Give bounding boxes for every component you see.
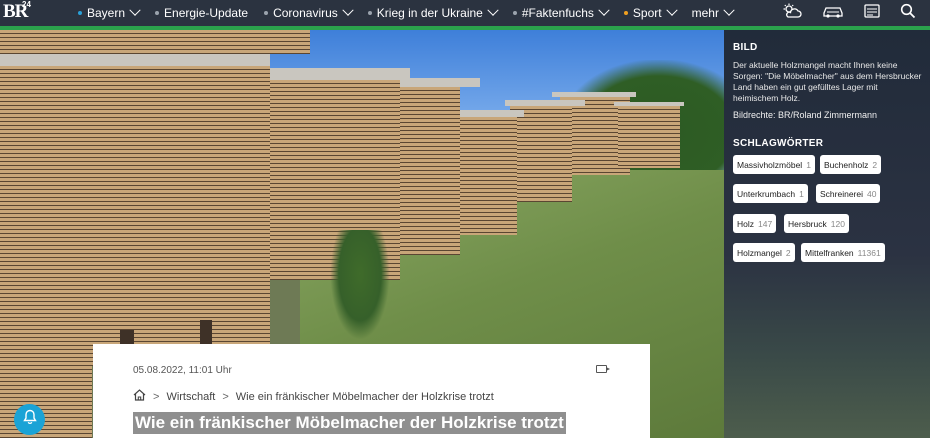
nav-label: Energie-Update bbox=[164, 6, 249, 20]
weather-icon[interactable] bbox=[782, 3, 802, 24]
nav-label: Sport bbox=[632, 6, 662, 20]
stack-roof bbox=[450, 110, 524, 117]
main-nav: Bayern Energie-Update Coronavirus Krieg … bbox=[78, 0, 749, 26]
nav-label: Krieg in der Ukraine bbox=[376, 6, 483, 20]
tag-count: 40 bbox=[867, 188, 877, 199]
nav-label: Bayern bbox=[87, 6, 126, 20]
chevron-down-icon bbox=[129, 4, 141, 16]
tag-chip[interactable]: Holzmangel 2 bbox=[733, 243, 795, 262]
chevron-down-icon bbox=[342, 4, 354, 16]
nav-label: #Faktenfuchs bbox=[521, 6, 594, 20]
article-date: 05.08.2022, 11:01 Uhr bbox=[133, 365, 232, 376]
nav-dot bbox=[512, 11, 517, 15]
tag-label: Hersbruck bbox=[788, 218, 827, 229]
nav-item-krieg-ukraine[interactable]: Krieg in der Ukraine bbox=[367, 4, 499, 20]
video-camera-icon[interactable] bbox=[596, 365, 610, 373]
tag-count: 2 bbox=[785, 247, 791, 258]
tag-label: Holz bbox=[737, 218, 755, 229]
nav-dot bbox=[264, 11, 269, 15]
tag-count: 2 bbox=[872, 159, 878, 170]
chevron-down-icon bbox=[487, 4, 499, 16]
lumber-stack bbox=[0, 366, 92, 438]
br24-logo[interactable]: BR 24 bbox=[0, 0, 34, 26]
chevron-down-icon bbox=[665, 4, 678, 16]
image-caption: Der aktuelle Holzmangel macht Ihnen kein… bbox=[733, 60, 922, 103]
tag-chip[interactable]: Unterkrumbach 1 bbox=[733, 184, 808, 203]
tag-count: 1 bbox=[806, 159, 811, 170]
tag-label: Mittelfranken bbox=[805, 247, 854, 258]
nav-dot bbox=[155, 11, 160, 15]
tag-label: Holzmangel bbox=[737, 247, 782, 258]
breadcrumb-separator: > bbox=[153, 390, 160, 403]
image-section-heading: BILD bbox=[733, 42, 758, 53]
breadcrumb: > Wirtschaft > Wie ein fränkischer Möbel… bbox=[133, 389, 494, 404]
teletext-icon[interactable] bbox=[864, 3, 880, 24]
tag-chip[interactable]: Schreinerei 40 bbox=[816, 184, 881, 203]
tag-count: 147 bbox=[758, 218, 773, 229]
nav-item-sport[interactable]: Sport bbox=[623, 4, 678, 20]
tag-chip[interactable]: Massivholzmöbel 1 bbox=[733, 155, 815, 174]
tag-chip[interactable]: Holz 147 bbox=[733, 214, 777, 233]
tag-count: 11361 bbox=[857, 247, 881, 258]
bell-icon bbox=[22, 409, 37, 430]
tag-chip[interactable]: Buchenholz 2 bbox=[820, 155, 882, 174]
chevron-down-icon bbox=[598, 4, 610, 16]
traffic-icon[interactable] bbox=[822, 4, 844, 23]
lumber-stack bbox=[0, 66, 270, 366]
header-icons bbox=[762, 0, 916, 26]
lumber-stack bbox=[0, 30, 310, 54]
nav-dot bbox=[623, 11, 628, 15]
nav-dot bbox=[78, 11, 82, 15]
nav-item-mehr[interactable]: mehr bbox=[691, 4, 735, 20]
lumber-stack bbox=[618, 106, 680, 168]
nav-item-energie-update[interactable]: Energie-Update bbox=[155, 6, 248, 20]
nav-label: Coronavirus bbox=[273, 6, 338, 20]
nav-item-coronavirus[interactable]: Coronavirus bbox=[264, 4, 354, 20]
logo-superscript: 24 bbox=[22, 0, 31, 9]
nav-label: mehr bbox=[691, 6, 719, 20]
lumber-stack bbox=[455, 117, 517, 235]
tag-count: 120 bbox=[830, 218, 845, 229]
tag-label: Schreinerei bbox=[820, 188, 863, 199]
image-info-sidebar: BILD Der aktuelle Holzmangel macht Ihnen… bbox=[724, 30, 930, 438]
stack-roof bbox=[0, 52, 270, 66]
tag-chip[interactable]: Mittelfranken 11361 bbox=[801, 243, 885, 262]
tag-label: Massivholzmöbel bbox=[737, 159, 803, 170]
breadcrumb-section-link[interactable]: Wirtschaft bbox=[166, 391, 215, 403]
article-headline: Wie ein fränkischer Möbelmacher der Holz… bbox=[133, 412, 566, 434]
image-credit: Bildrechte: BR/Roland Zimmermann bbox=[733, 110, 878, 120]
tag-label: Buchenholz bbox=[824, 159, 869, 170]
tag-label: Unterkrumbach bbox=[737, 188, 796, 199]
tag-count: 1 bbox=[799, 188, 804, 199]
image-bush bbox=[330, 230, 390, 340]
tag-chip[interactable]: Hersbruck 120 bbox=[784, 214, 849, 233]
article-header-card: 05.08.2022, 11:01 Uhr > Wirtschaft > Wie… bbox=[93, 344, 650, 438]
lumber-stack bbox=[510, 106, 572, 202]
lumber-stack bbox=[390, 87, 460, 255]
search-icon[interactable] bbox=[900, 3, 916, 24]
breadcrumb-separator: > bbox=[222, 390, 229, 403]
breadcrumb-current: Wie ein fränkischer Möbelmacher der Holz… bbox=[235, 390, 494, 403]
tags-heading: SCHLAGWÖRTER bbox=[733, 138, 824, 149]
nav-dot bbox=[367, 11, 372, 15]
nav-item-bayern[interactable]: Bayern bbox=[78, 4, 141, 20]
home-icon[interactable] bbox=[133, 389, 146, 404]
nav-item-faktenfuchs[interactable]: #Faktenfuchs bbox=[512, 4, 610, 20]
notification-bell-button[interactable] bbox=[14, 404, 45, 435]
chevron-down-icon bbox=[723, 4, 735, 16]
